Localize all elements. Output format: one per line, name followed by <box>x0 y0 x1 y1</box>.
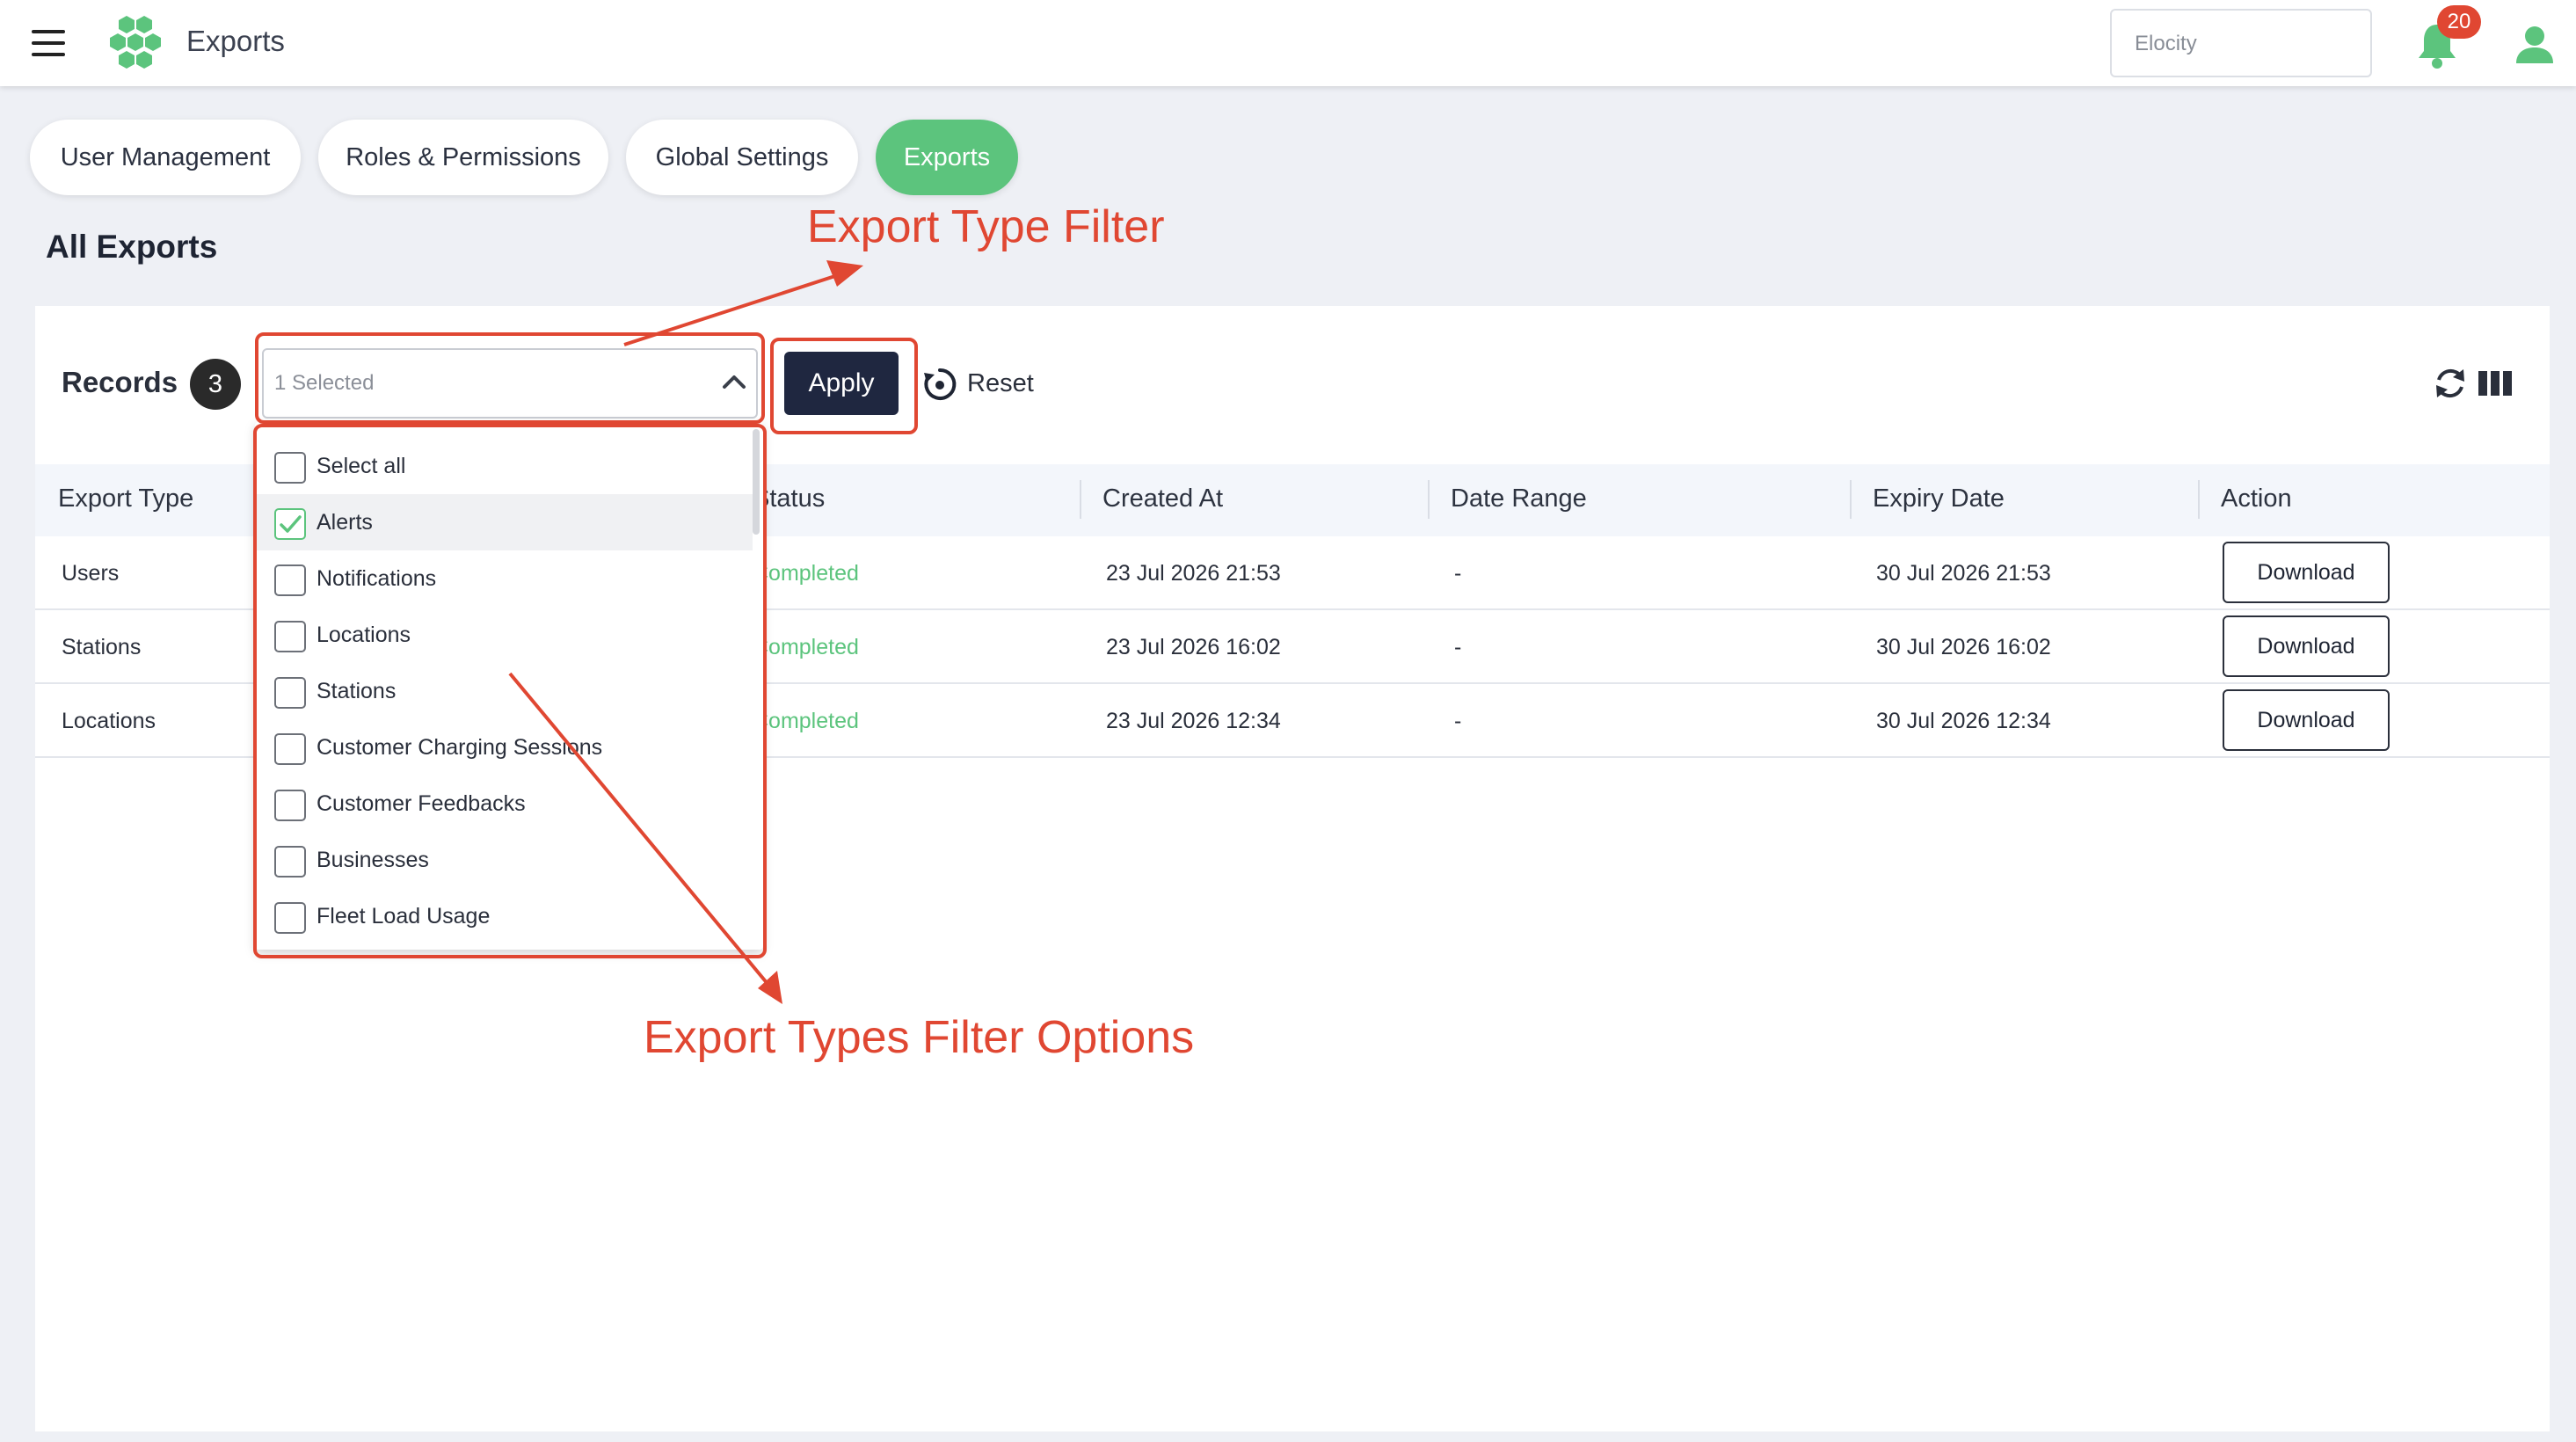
annotation-arrows <box>508 260 863 1004</box>
